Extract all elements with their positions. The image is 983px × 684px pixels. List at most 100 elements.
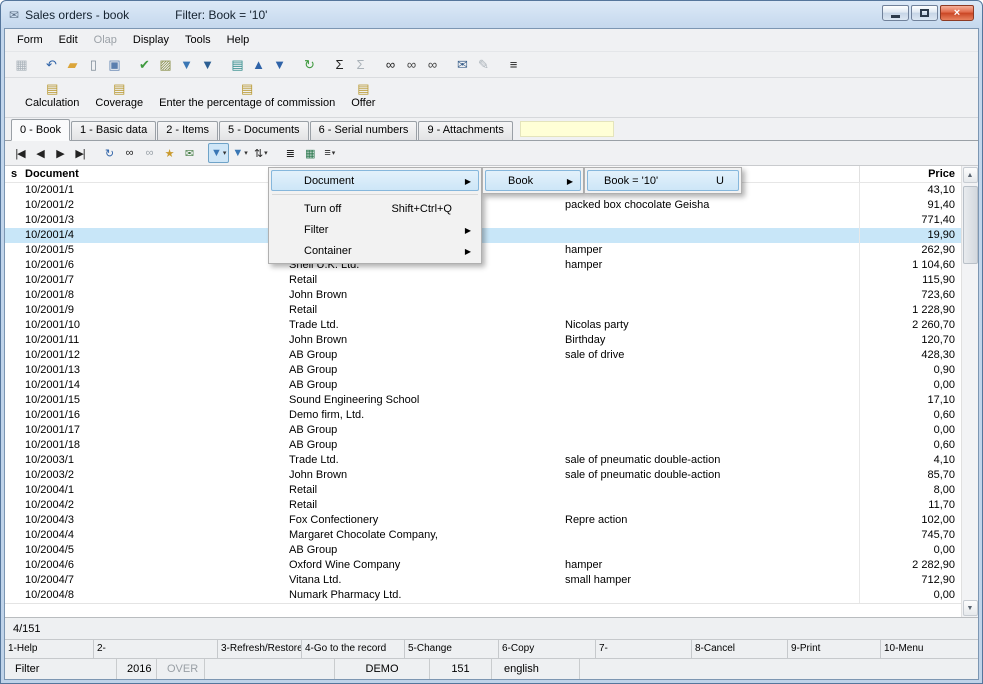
filter-menu-button[interactable]: ▼▾ xyxy=(208,143,229,163)
books-button[interactable]: ▤ xyxy=(227,54,248,75)
refresh-record-button[interactable]: ↻ xyxy=(99,143,119,163)
find-button[interactable]: ∞ xyxy=(380,54,401,75)
table-row[interactable]: 10/2001/11John BrownBirthday120,70 xyxy=(5,333,961,348)
offer-button[interactable]: ▤Offer xyxy=(345,80,381,111)
edit-button[interactable]: ✎ xyxy=(473,54,494,75)
last-record-button[interactable]: ▶| xyxy=(70,143,90,163)
fkey-1[interactable]: 1-Help xyxy=(5,640,94,658)
scroll-down-icon[interactable]: ▼ xyxy=(963,600,978,616)
stamp-button[interactable]: ▨ xyxy=(155,54,176,75)
menu-item-container[interactable]: Container▶ xyxy=(271,240,479,261)
find-related-button[interactable]: ∞ xyxy=(422,54,443,75)
tab-1-basic-data[interactable]: 1 - Basic data xyxy=(71,121,156,140)
fkey-7[interactable]: 7- xyxy=(596,640,692,658)
table-row[interactable]: 10/2001/9Retail1 228,90 xyxy=(5,303,961,318)
filter-button[interactable]: ▼ xyxy=(176,54,197,75)
fkey-2[interactable]: 2- xyxy=(94,640,218,658)
menu-display[interactable]: Display xyxy=(125,31,177,49)
tab-5-documents[interactable]: 5 - Documents xyxy=(219,121,309,140)
move-down-button[interactable]: ▼ xyxy=(269,54,290,75)
fkey-4[interactable]: 4-Go to the record xyxy=(302,640,405,658)
fkey-9[interactable]: 9-Print xyxy=(788,640,881,658)
table-row[interactable]: 10/2001/16Demo firm, Ltd.0,60 xyxy=(5,408,961,423)
tab-6-serial-numbers[interactable]: 6 - Serial numbers xyxy=(310,121,418,140)
minimize-button[interactable] xyxy=(882,5,909,21)
send-record-button[interactable]: ✉ xyxy=(179,143,199,163)
tab-9-attachments[interactable]: 9 - Attachments xyxy=(418,121,512,140)
menu-tools[interactable]: Tools xyxy=(177,31,219,49)
table-row[interactable]: 10/2001/17AB Group0,00 xyxy=(5,423,961,438)
quick-filter-button[interactable]: ▼ xyxy=(197,54,218,75)
fkey-5[interactable]: 5-Change xyxy=(405,640,499,658)
table-row[interactable]: 10/2001/18AB Group0,60 xyxy=(5,438,961,453)
table-row[interactable]: 10/2001/419,90 xyxy=(5,228,961,243)
table-row[interactable]: 10/2001/13AB Group0,90 xyxy=(5,363,961,378)
calculation-button[interactable]: ▤Calculation xyxy=(19,80,85,111)
sum-button[interactable]: Σ xyxy=(329,54,350,75)
scroll-up-icon[interactable]: ▲ xyxy=(963,167,978,183)
menu-help[interactable]: Help xyxy=(219,31,258,49)
undo-button[interactable]: ↶ xyxy=(41,54,62,75)
sum-disabled-button[interactable]: Σ xyxy=(350,54,371,75)
move-up-button[interactable]: ▲ xyxy=(248,54,269,75)
restore-button[interactable] xyxy=(911,5,938,21)
fkey-10[interactable]: 10-Menu xyxy=(881,640,978,658)
filter-edit-button[interactable]: ▼▾ xyxy=(229,143,250,163)
copy-button[interactable]: ▣ xyxy=(104,54,125,75)
scroll-thumb[interactable] xyxy=(963,186,978,264)
first-record-button[interactable]: |◀ xyxy=(10,143,30,163)
find-next-button[interactable]: ∞ xyxy=(401,54,422,75)
menu-item-filter[interactable]: Filter▶ xyxy=(271,219,479,240)
table-row[interactable]: 10/2004/2Retail11,70 xyxy=(5,498,961,513)
table-row[interactable]: 10/2004/4Margaret Chocolate Company,745,… xyxy=(5,528,961,543)
sort-button[interactable]: ⇅▾ xyxy=(251,143,271,163)
table-row[interactable]: 10/2004/8Numark Pharmacy Ltd.0,00 xyxy=(5,588,961,603)
table-row[interactable]: 10/2001/10Trade Ltd.Nicolas party2 260,7… xyxy=(5,318,961,333)
list-button[interactable]: ≡ xyxy=(503,54,524,75)
menu-item-book-10[interactable]: Book = '10' U xyxy=(587,170,739,191)
fkey-3[interactable]: 3-Refresh/Restore xyxy=(218,640,302,658)
save-button[interactable]: ▦ xyxy=(11,54,32,75)
new-document-button[interactable]: ▯ xyxy=(83,54,104,75)
search-next-button[interactable]: ∞ xyxy=(139,143,159,163)
table-row[interactable]: 10/2004/3Fox ConfectioneryRepre action10… xyxy=(5,513,961,528)
menu-item-turn-off[interactable]: Turn offShift+Ctrl+Q xyxy=(271,198,479,219)
export-excel-button[interactable]: ▦ xyxy=(300,143,320,163)
table-row[interactable]: 10/2003/2John Brownsale of pneumatic dou… xyxy=(5,468,961,483)
tab-2-items[interactable]: 2 - Items xyxy=(157,121,218,140)
protect-button[interactable]: ✔ xyxy=(134,54,155,75)
refresh-button[interactable]: ↻ xyxy=(299,54,320,75)
menu-item-document[interactable]: Document▶ xyxy=(271,170,479,191)
tab-0-book[interactable]: 0 - Book xyxy=(11,119,70,141)
prev-record-button[interactable]: ◀ xyxy=(30,143,50,163)
next-record-button[interactable]: ▶ xyxy=(50,143,70,163)
menu-olap[interactable]: Olap xyxy=(86,31,125,49)
table-row[interactable]: 10/2001/15Sound Engineering School17,10 xyxy=(5,393,961,408)
close-button[interactable]: × xyxy=(940,5,974,21)
mail-button[interactable]: ✉ xyxy=(452,54,473,75)
table-row[interactable]: 10/2001/3771,40 xyxy=(5,213,961,228)
table-row[interactable]: 10/2004/6Oxford Wine Companyhamper2 282,… xyxy=(5,558,961,573)
fkey-6[interactable]: 6-Copy xyxy=(499,640,596,658)
table-row[interactable]: 10/2001/12AB Groupsale of drive428,30 xyxy=(5,348,961,363)
numbering-button[interactable]: ≣ xyxy=(280,143,300,163)
table-row[interactable]: 10/2004/5AB Group0,00 xyxy=(5,543,961,558)
vertical-scrollbar[interactable]: ▲ ▼ xyxy=(961,166,978,617)
table-row[interactable]: 10/2003/1Trade Ltd.sale of pneumatic dou… xyxy=(5,453,961,468)
search-button[interactable]: ∞ xyxy=(119,143,139,163)
table-row[interactable]: 10/2001/14AB Group0,00 xyxy=(5,378,961,393)
column-header-price[interactable]: Price xyxy=(859,166,961,182)
table-row[interactable]: 10/2001/2packed box chocolate Geisha91,4… xyxy=(5,198,961,213)
table-row[interactable]: 10/2001/8John Brown723,60 xyxy=(5,288,961,303)
table-row[interactable]: 10/2004/7Vitana Ltd.small hamper712,90 xyxy=(5,573,961,588)
menu-item-book[interactable]: Book ▶ xyxy=(485,170,581,191)
table-row[interactable]: 10/2001/7Retail115,90 xyxy=(5,273,961,288)
coverage-button[interactable]: ▤Coverage xyxy=(89,80,149,111)
filter-indicator-box[interactable] xyxy=(520,121,614,137)
table-row[interactable]: 10/2001/5hamper262,90 xyxy=(5,243,961,258)
menu-form[interactable]: Form xyxy=(9,31,51,49)
view-menu-button[interactable]: ≡▾ xyxy=(320,143,340,163)
column-header-status[interactable]: s xyxy=(5,166,23,182)
fkey-8[interactable]: 8-Cancel xyxy=(692,640,788,658)
table-row[interactable]: 10/2004/1Retail8,00 xyxy=(5,483,961,498)
